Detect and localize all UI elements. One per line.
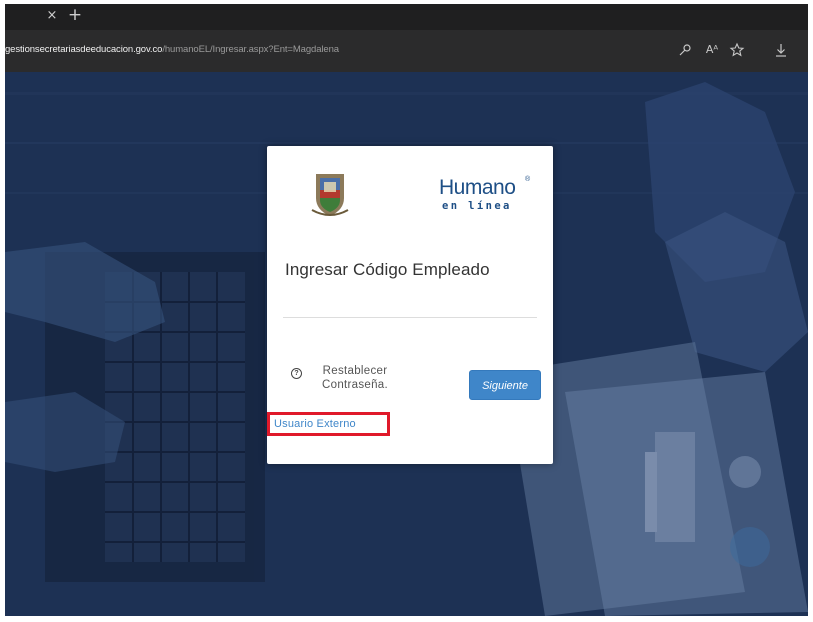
logo-brand-sub: en línea bbox=[442, 200, 512, 212]
key-icon[interactable] bbox=[677, 42, 693, 58]
highlight-box bbox=[267, 412, 390, 436]
browser-window: × + gestionsecretariasdeeducacion.gov.co… bbox=[5, 4, 808, 616]
next-button[interactable]: Siguiente bbox=[469, 370, 541, 400]
page-background: Humano ® en línea Ingresar Código Emplea… bbox=[5, 72, 808, 616]
address-bar[interactable]: gestionsecretariasdeeducacion.gov.co/hum… bbox=[5, 30, 808, 72]
reset-password-link[interactable]: Restablecer Contraseña. bbox=[315, 364, 395, 392]
tab-strip: × + bbox=[5, 4, 808, 30]
download-icon[interactable] bbox=[773, 42, 789, 58]
page-title: Ingresar Código Empleado bbox=[285, 260, 490, 279]
read-aloud-icon[interactable]: Aᴬ bbox=[704, 42, 720, 58]
logo-brand-main: Humano bbox=[439, 176, 516, 199]
url-text[interactable]: gestionsecretariasdeeducacion.gov.co/hum… bbox=[5, 44, 339, 55]
help-circle-icon: ? bbox=[291, 368, 302, 379]
divider bbox=[283, 317, 537, 318]
url-path: /humanoEL/Ingresar.aspx?Ent=Magdalena bbox=[162, 44, 339, 55]
new-tab-button[interactable]: + bbox=[67, 7, 83, 24]
magdalena-shield-logo bbox=[311, 174, 349, 216]
url-host: gestionsecretariasdeeducacion.gov.co bbox=[5, 44, 163, 55]
logo-registered-mark: ® bbox=[525, 176, 531, 183]
close-tab-button[interactable]: × bbox=[45, 9, 59, 23]
favorite-star-icon[interactable] bbox=[729, 42, 745, 58]
humano-en-linea-logo: Humano ® en línea bbox=[439, 176, 531, 216]
